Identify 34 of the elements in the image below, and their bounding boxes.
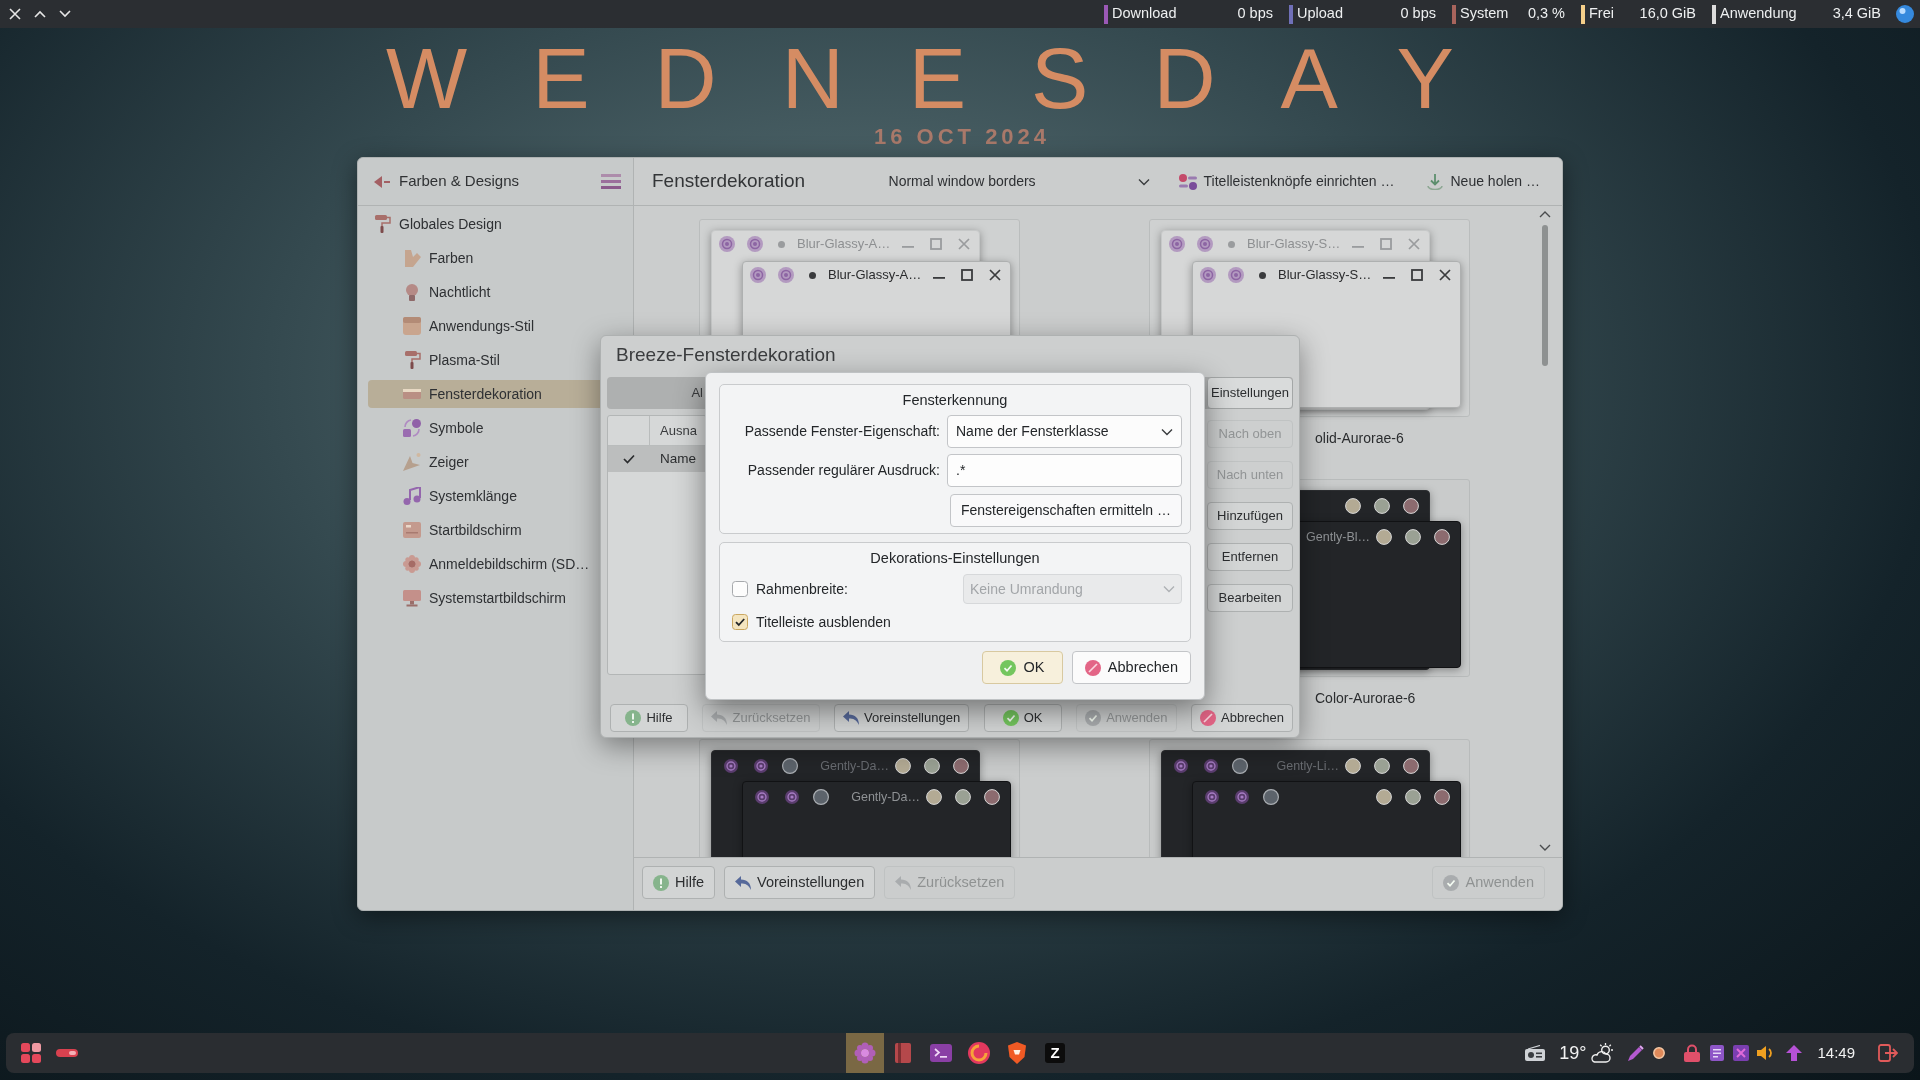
theme-name: olid-Aurorae-6 (1315, 429, 1404, 448)
window-title: Gently-Li… (1276, 757, 1339, 775)
window-title: Gently-Da… (820, 757, 889, 775)
clock-text: 14:49 (1817, 1042, 1855, 1063)
monitor-value: 0 bps (1237, 4, 1273, 24)
option-label: Titelleiste ausblenden (756, 612, 891, 632)
monitor-value: 16,0 GiB (1639, 4, 1696, 24)
window-title: Gently-Bl… (1306, 528, 1370, 546)
date-text: 16 OCT 2024 (874, 124, 1051, 150)
column-header: Ausna (659, 421, 697, 440)
group-title: Fensterkennung (902, 391, 1008, 410)
theme-name: Color-Aurorae-6 (1315, 689, 1416, 708)
monitor-value: 0,3 % (1527, 4, 1565, 24)
weekday-text: WEDNESDAY (386, 30, 1519, 126)
window-title: Blur-Glassy-S… (1278, 266, 1372, 285)
option-label: Rahmenbreite: (756, 579, 848, 599)
monitor-label: Frei (1589, 4, 1614, 24)
page-title: Fensterdekoration (652, 169, 806, 194)
table-cell-text: Name (659, 449, 696, 468)
field-label: Passender regulärer Ausdruck: (747, 461, 940, 480)
field-label: Passende Fenster-Eigenschaft: (744, 422, 940, 441)
window-title: Blur-Glassy-A… (828, 266, 922, 285)
monitor-value: 3,4 GiB (1832, 4, 1881, 24)
sidebar-title: Farben & Designs (399, 171, 520, 192)
temperature-text: 19° (1559, 1041, 1587, 1065)
group-title: Dekorations-Einstellungen (870, 549, 1040, 568)
monitor-value: 0 bps (1400, 4, 1436, 24)
monitor-label: System (1460, 4, 1509, 24)
window-title: Blur-Glassy-S… (1247, 235, 1341, 254)
window-title: Gently-Da… (851, 788, 920, 806)
monitor-label: Upload (1297, 4, 1343, 24)
window-title: Blur-Glassy-A… (797, 235, 891, 254)
monitor-label: Anwendung (1720, 4, 1797, 24)
monitor-label: Download (1112, 4, 1177, 24)
